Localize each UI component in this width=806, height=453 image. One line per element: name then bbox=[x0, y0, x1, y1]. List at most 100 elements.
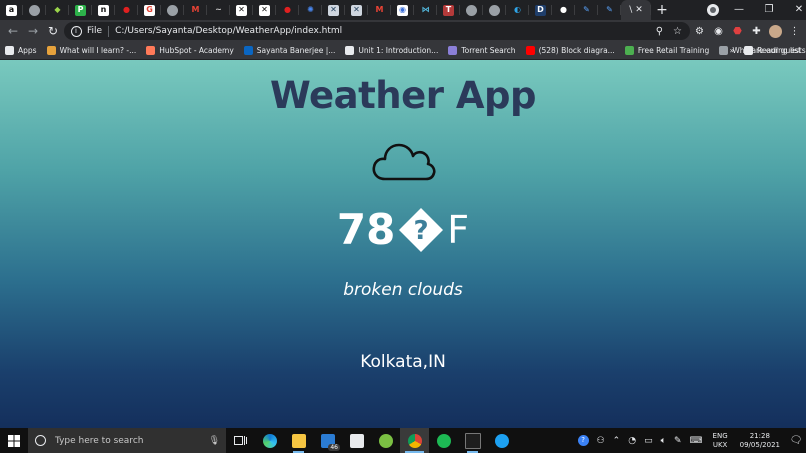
tab-close-icon[interactable]: ✕ bbox=[635, 5, 643, 15]
browser-tab[interactable]: ✎ bbox=[575, 0, 598, 20]
reload-button[interactable]: ↻ bbox=[43, 24, 63, 38]
browser-tab[interactable]: ~ bbox=[207, 0, 230, 20]
keyboard-icon[interactable]: ⌨ bbox=[690, 436, 703, 446]
browser-tab[interactable]: P bbox=[69, 0, 92, 20]
globe-icon bbox=[466, 4, 477, 16]
spotify-icon bbox=[436, 433, 451, 448]
browser-tab[interactable]: ◉ bbox=[391, 0, 414, 20]
microphone-icon[interactable]: 🎙︎ bbox=[209, 436, 220, 446]
people-icon[interactable]: ⚇ bbox=[597, 436, 605, 446]
clock[interactable]: 21:28 09/05/2021 bbox=[740, 432, 780, 450]
bookmark-item[interactable]: Apps bbox=[0, 42, 42, 59]
network-icon[interactable]: ◔ bbox=[628, 436, 636, 446]
browser-tab[interactable]: ● bbox=[552, 0, 575, 20]
url-text[interactable]: C:/Users/Sayanta/Desktop/WeatherApp/inde… bbox=[115, 26, 342, 36]
minimize-button[interactable]: — bbox=[724, 0, 754, 20]
profile-avatar[interactable] bbox=[766, 24, 785, 38]
forward-button[interactable]: → bbox=[23, 24, 43, 38]
browser-tab[interactable]: G bbox=[138, 0, 161, 20]
taskbar-edge[interactable] bbox=[255, 428, 284, 453]
browser-tab[interactable] bbox=[161, 0, 184, 20]
browser-tab[interactable]: ✺ bbox=[299, 0, 322, 20]
bookmarks-right: » Reading list bbox=[725, 42, 806, 59]
bookmark-item[interactable]: HubSpot - Academy bbox=[141, 42, 239, 59]
language-indicator[interactable]: ENG UKX bbox=[713, 432, 728, 450]
gmail-icon: M bbox=[374, 4, 385, 16]
location-pin-icon[interactable]: ⚲ bbox=[656, 26, 663, 37]
edge-icon: ◐ bbox=[512, 4, 523, 16]
browser-tab[interactable] bbox=[23, 0, 46, 20]
cortana-ring-icon bbox=[35, 435, 46, 446]
taskbar-file-explorer[interactable] bbox=[284, 428, 313, 453]
browser-tab[interactable]: a bbox=[0, 0, 23, 20]
profile-menu-button[interactable] bbox=[702, 0, 724, 20]
task-view-button[interactable] bbox=[226, 428, 255, 453]
show-hidden-icons-chevron[interactable]: ⌃ bbox=[613, 436, 621, 446]
arrow-left-icon: ← bbox=[7, 24, 19, 38]
site-info-icon[interactable]: i bbox=[68, 23, 84, 39]
linkedin-icon bbox=[243, 46, 253, 55]
profile-icon bbox=[707, 4, 719, 16]
new-tab-button[interactable]: + bbox=[651, 0, 673, 20]
browser-tab[interactable]: ● bbox=[115, 0, 138, 20]
taskbar-chrome[interactable] bbox=[400, 428, 429, 453]
x-box-icon: ✕ bbox=[351, 4, 362, 16]
taskbar-twitter[interactable] bbox=[487, 428, 516, 453]
help-icon[interactable]: ? bbox=[577, 435, 589, 446]
bookmark-item[interactable]: Unit 1: Introduction... bbox=[340, 42, 443, 59]
browser-tab[interactable]: D bbox=[529, 0, 552, 20]
taskbar-store[interactable] bbox=[342, 428, 371, 453]
browser-tab[interactable]: ✕ bbox=[322, 0, 345, 20]
bookmark-colorful-icon bbox=[46, 46, 56, 55]
taskbar-mail[interactable]: 46 bbox=[313, 428, 342, 453]
bookmark-item[interactable]: Free Retail Training bbox=[620, 42, 714, 59]
globe-icon bbox=[29, 4, 40, 16]
amazon-icon: a bbox=[6, 4, 17, 16]
globe-icon bbox=[167, 4, 178, 16]
bookmarks-overflow-button[interactable]: » bbox=[725, 42, 740, 59]
browser-tab[interactable]: ◆ bbox=[46, 0, 69, 20]
address-bar[interactable]: i File C:/Users/Sayanta/Desktop/WeatherA… bbox=[64, 22, 690, 40]
browser-tab[interactable]: M bbox=[368, 0, 391, 20]
arrow-right-icon: → bbox=[27, 24, 39, 38]
system-tray: ? ⚇ ⌃ ◔ ▭ 🔈︎ ✎ ⌨ ENG UKX 21:28 09/05/202… bbox=[574, 428, 806, 453]
windows-taskbar: Type here to search 🎙︎ 46 ? ⚇ ⌃ ◔ ▭ 🔈︎ ✎… bbox=[0, 428, 806, 453]
bookmark-item[interactable]: Torrent Search bbox=[443, 42, 520, 59]
browser-tab[interactable]: n bbox=[92, 0, 115, 20]
browser-tab[interactable]: ✎ bbox=[598, 0, 621, 20]
pen-icon[interactable]: ✎ bbox=[674, 436, 682, 446]
browser-tab[interactable] bbox=[460, 0, 483, 20]
back-button[interactable]: ← bbox=[3, 24, 23, 38]
taskbar-terminal[interactable] bbox=[458, 428, 487, 453]
notifications-button[interactable]: 🗨︎ bbox=[786, 435, 806, 446]
bookmark-item[interactable]: Sayanta Banerjee |... bbox=[239, 42, 341, 59]
taskbar-search-box[interactable]: Type here to search 🎙︎ bbox=[28, 428, 226, 453]
codepen-icon: ◆ bbox=[52, 4, 63, 16]
active-browser-tab[interactable]: \ ✕ bbox=[621, 0, 651, 20]
reading-list-button[interactable]: Reading list bbox=[739, 42, 806, 59]
extension-red-icon[interactable]: ⬣ bbox=[728, 26, 747, 37]
browser-tab[interactable] bbox=[483, 0, 506, 20]
taskbar-spotify[interactable] bbox=[429, 428, 458, 453]
browser-tab[interactable]: ⋈ bbox=[414, 0, 437, 20]
extension-circle-icon[interactable]: ◉ bbox=[709, 26, 728, 37]
close-window-button[interactable]: ✕ bbox=[784, 0, 806, 20]
extension-gear-icon[interactable]: ⚙ bbox=[690, 26, 709, 37]
bookmark-item[interactable]: What will I learn? -... bbox=[42, 42, 142, 59]
maximize-button[interactable]: ❐ bbox=[754, 0, 784, 20]
bookmark-star-icon[interactable]: ☆ bbox=[673, 26, 682, 37]
browser-tab[interactable]: ✕ bbox=[253, 0, 276, 20]
browser-tab[interactable]: ◐ bbox=[506, 0, 529, 20]
volume-icon[interactable]: 🔈︎ bbox=[661, 436, 666, 446]
browser-tab[interactable]: ✕ bbox=[230, 0, 253, 20]
start-button[interactable] bbox=[0, 428, 28, 453]
browser-tab[interactable]: T bbox=[437, 0, 460, 20]
bookmark-item[interactable]: (528) Block diagra... bbox=[521, 42, 620, 59]
battery-icon[interactable]: ▭ bbox=[644, 436, 653, 446]
extensions-puzzle-icon[interactable]: ✚ bbox=[747, 26, 766, 37]
browser-tab[interactable]: ● bbox=[276, 0, 299, 20]
browser-menu-icon[interactable]: ⋮ bbox=[785, 26, 804, 37]
taskbar-bittorrent[interactable] bbox=[371, 428, 400, 453]
browser-tab[interactable]: ✕ bbox=[345, 0, 368, 20]
browser-tab[interactable]: M bbox=[184, 0, 207, 20]
